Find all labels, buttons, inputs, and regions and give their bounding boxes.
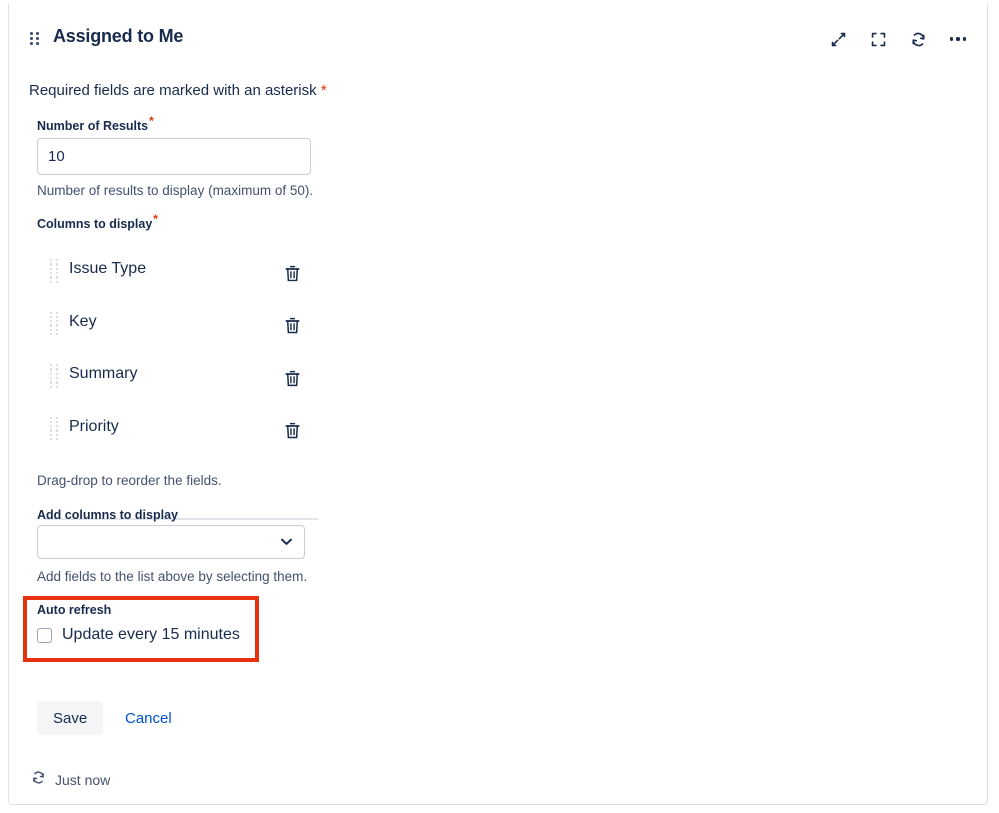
page-title: Assigned to Me (53, 26, 184, 46)
drag-grid-icon[interactable] (50, 259, 61, 283)
cancel-button[interactable]: Cancel (119, 701, 178, 735)
columns-list: Issue Type Key Summary Priority (9, 245, 329, 455)
column-name: Key (69, 312, 97, 330)
auto-refresh-checkbox[interactable] (37, 627, 52, 643)
add-columns-help: Add fields to the list above by selectin… (37, 569, 308, 584)
columns-list-help: Drag-drop to reorder the fields. (37, 473, 222, 488)
expand-icon[interactable] (865, 26, 891, 52)
required-asterisk: * (153, 211, 158, 226)
required-fields-note-text: Required fields are marked with an aster… (29, 82, 317, 99)
collapse-icon[interactable] (825, 26, 851, 52)
auto-refresh-label: Auto refresh (37, 603, 112, 617)
add-columns-select[interactable] (37, 525, 305, 559)
gadget-header-actions (825, 26, 971, 52)
last-updated-text: Just now (55, 772, 111, 788)
add-columns-select-wrap (37, 525, 305, 559)
drag-grid-icon[interactable] (50, 364, 61, 388)
trash-icon[interactable] (279, 418, 305, 444)
number-of-results-label: Number of Results* (37, 113, 154, 133)
number-of-results-input[interactable] (37, 138, 311, 175)
trash-icon[interactable] (279, 313, 305, 339)
trash-icon[interactable] (279, 260, 305, 286)
assigned-to-me-gadget: Assigned to Me Required fields are marke… (8, 4, 988, 805)
list-item[interactable]: Key (9, 298, 329, 351)
auto-refresh-checkbox-label: Update every 15 minutes (62, 626, 240, 643)
required-asterisk: * (149, 113, 154, 128)
refresh-icon[interactable] (905, 26, 931, 52)
column-name: Summary (69, 365, 138, 382)
required-fields-note: Required fields are marked with an aster… (29, 82, 327, 99)
trash-icon[interactable] (279, 365, 305, 391)
drag-grid-icon[interactable] (50, 311, 61, 336)
add-columns-label: Add columns to display (37, 508, 178, 522)
number-of-results-help: Number of results to display (maximum of… (37, 183, 314, 198)
columns-to-display-label: Columns to display* (37, 211, 158, 231)
gadget-header: Assigned to Me (9, 4, 987, 62)
drag-grid-icon[interactable] (50, 416, 61, 441)
column-name: Priority (69, 417, 119, 435)
required-asterisk: * (320, 82, 327, 99)
drag-handle-icon[interactable] (30, 32, 40, 46)
list-item[interactable]: Issue Type (9, 245, 329, 298)
list-item[interactable]: Summary (9, 350, 329, 403)
footer-status: Just now (31, 770, 110, 790)
list-item[interactable]: Priority (9, 403, 329, 456)
more-options-icon[interactable] (945, 26, 971, 52)
auto-refresh-checkbox-row[interactable]: Update every 15 minutes (37, 626, 240, 644)
save-button[interactable]: Save (37, 701, 104, 735)
refresh-icon[interactable] (31, 770, 46, 790)
column-name: Issue Type (69, 260, 147, 277)
